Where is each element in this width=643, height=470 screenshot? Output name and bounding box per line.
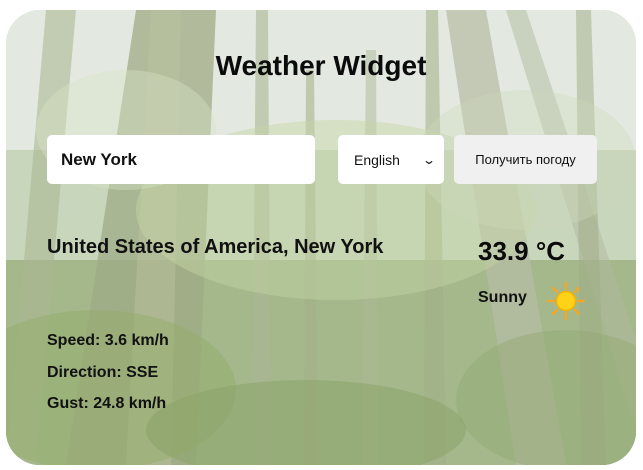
sun-icon	[546, 281, 586, 321]
get-weather-button[interactable]: Получить погоду	[454, 135, 597, 184]
temperature-value: 33.9 °C	[478, 236, 566, 266]
app-title: Weather Widget	[215, 50, 427, 81]
city-search-input[interactable]	[47, 135, 315, 184]
language-select[interactable]: English ⌄	[338, 135, 444, 184]
location-label: United States of America, New York	[47, 236, 384, 258]
wind-speed: Speed: 3.6 km/h	[47, 332, 169, 349]
condition-label: Sunny	[478, 289, 527, 306]
weather-widget-card: Weather Widget English ⌄ Получить погоду…	[6, 10, 636, 465]
chevron-down-icon: ⌄	[421, 152, 437, 167]
wind-gust: Gust: 24.8 km/h	[47, 395, 167, 412]
language-select-value: English	[354, 151, 400, 168]
wind-direction: Direction: SSE	[47, 364, 159, 381]
